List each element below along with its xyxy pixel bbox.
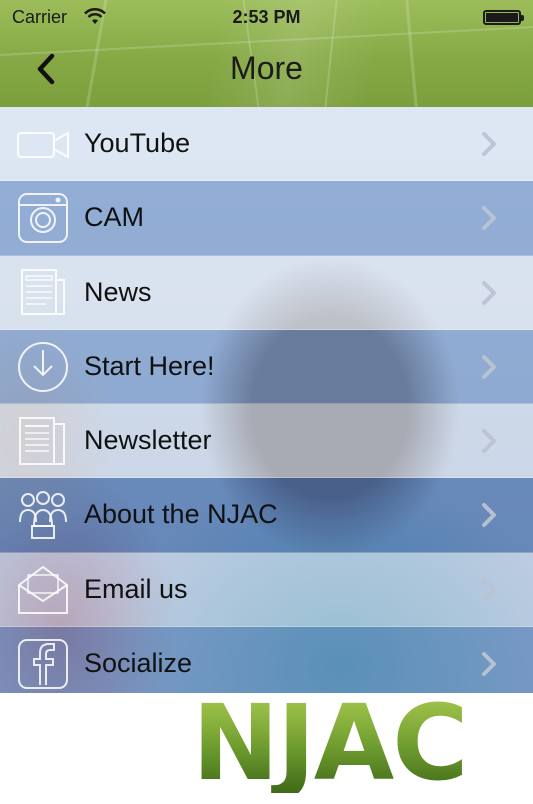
menu-item-label: YouTube	[84, 128, 191, 158]
chevron-right-icon	[482, 280, 496, 305]
menu-item-label: CAM	[84, 202, 144, 233]
menu-item[interactable]: Start Here!	[0, 329, 533, 405]
group-icon	[16, 488, 70, 542]
battery-icon	[483, 10, 524, 25]
njac-logo: NJAC	[192, 691, 502, 795]
menu-item[interactable]: About the NJAC	[0, 478, 533, 553]
chevron-right-icon	[482, 206, 496, 231]
download-clock-icon	[16, 340, 70, 394]
menu-item-label: Email us	[84, 573, 188, 604]
menu-item-label: Start Here!	[84, 350, 215, 381]
menu-item[interactable]: YouTube	[0, 107, 533, 182]
chevron-right-icon	[482, 429, 496, 454]
document-icon	[16, 414, 70, 468]
nav-header: Carrier 2:53 PM More	[0, 0, 533, 107]
camera-icon	[16, 191, 70, 245]
menu-item[interactable]: CAM	[0, 181, 533, 256]
chevron-right-icon	[482, 577, 496, 602]
chevron-right-icon	[482, 132, 496, 156]
footer: NJAC	[0, 691, 533, 800]
chevron-right-icon	[482, 503, 496, 528]
video-camera-icon	[16, 117, 70, 171]
newspaper-icon	[16, 266, 70, 320]
menu-item-label: News	[84, 276, 152, 307]
menu-item[interactable]: News	[0, 255, 533, 330]
menu-item[interactable]: Email us	[0, 552, 533, 628]
chevron-right-icon	[482, 652, 496, 677]
menu-item-label: Socialize	[84, 648, 193, 679]
menu-list: YouTube CAM News Start Here! Newsletter About…	[0, 107, 533, 693]
status-bar: Carrier 2:53 PM	[0, 0, 533, 34]
clock-label: 2:53 PM	[232, 7, 301, 27]
menu-item-label: Newsletter	[84, 425, 212, 456]
page-title: More	[230, 50, 303, 86]
menu-item[interactable]: Newsletter	[0, 404, 533, 479]
envelope-icon	[16, 563, 70, 617]
menu-item-label: About the NJAC	[84, 499, 278, 530]
facebook-icon	[16, 637, 70, 691]
menu-background: YouTube CAM News Start Here! Newsletter About…	[0, 107, 533, 693]
chevron-right-icon	[482, 354, 496, 379]
